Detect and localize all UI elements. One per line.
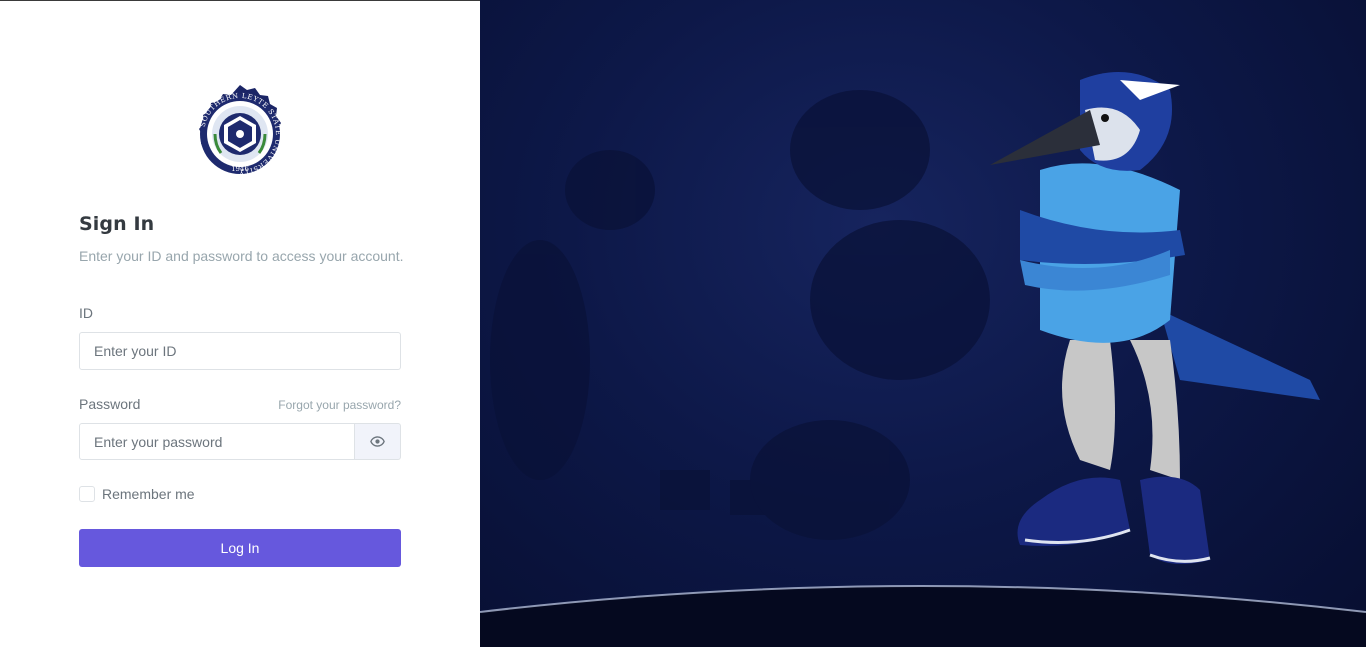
show-password-button[interactable]	[354, 423, 401, 460]
password-field-group	[79, 423, 401, 460]
password-label: Password	[79, 396, 141, 412]
remember-me-row: Remember me	[79, 486, 195, 502]
page-subtitle: Enter your ID and password to access you…	[79, 248, 404, 264]
id-label: ID	[79, 305, 93, 321]
login-button[interactable]: Log In	[79, 529, 401, 567]
remember-me-label[interactable]: Remember me	[102, 486, 195, 502]
forgot-password-link[interactable]: Forgot your password?	[278, 398, 401, 412]
page-title: Sign In	[79, 213, 155, 235]
id-input[interactable]	[79, 332, 401, 370]
seal-year: 1946	[231, 165, 249, 173]
login-panel: SOUTHERN LEYTE STATE UNIVERSITY 1946 Sig…	[0, 0, 480, 647]
university-seal-logo: SOUTHERN LEYTE STATE UNIVERSITY 1946	[199, 85, 281, 176]
eye-icon	[370, 436, 385, 447]
remember-me-checkbox[interactable]	[79, 486, 95, 502]
mascot-background-panel	[480, 0, 1366, 647]
mascot-illustration	[480, 72, 1366, 647]
password-input[interactable]	[79, 423, 355, 460]
